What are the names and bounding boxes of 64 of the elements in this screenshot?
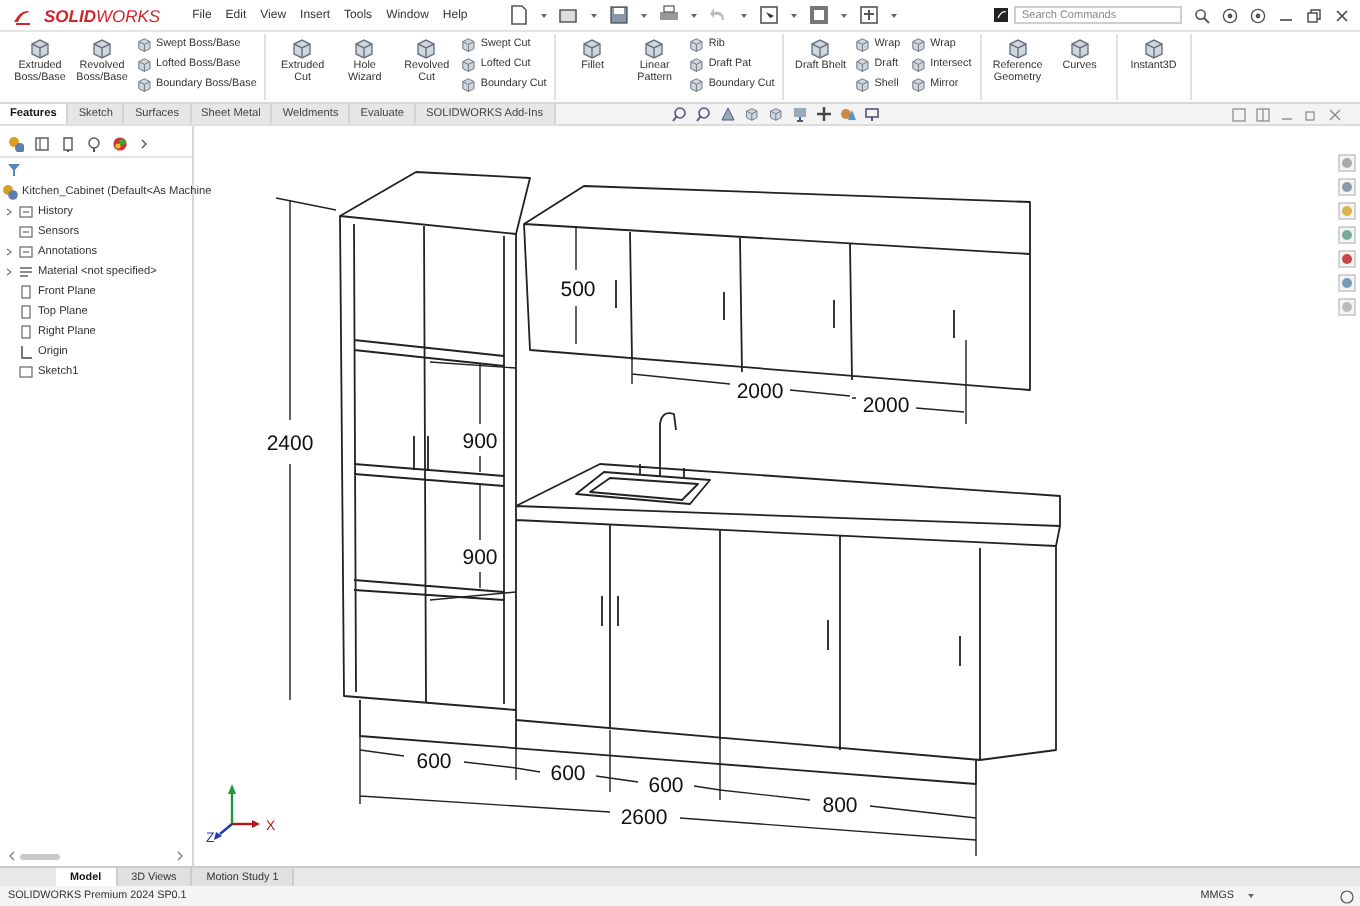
save-icon[interactable] (607, 4, 630, 26)
crosshair-icon[interactable] (815, 106, 831, 122)
search-icon[interactable] (1194, 7, 1210, 23)
monitor-icon[interactable] (791, 106, 807, 122)
caret-icon[interactable] (1246, 890, 1256, 902)
dimension-label[interactable]: 900 (462, 546, 498, 570)
dimension-label[interactable]: 2000 (862, 394, 910, 418)
horizontal-scrollbar[interactable] (8, 850, 184, 862)
cube-icon (854, 56, 871, 72)
zoom-icon[interactable] (671, 106, 687, 122)
restore-icon[interactable] (1306, 7, 1322, 23)
cube-icon (910, 76, 927, 92)
options-icon[interactable] (857, 4, 880, 26)
configuration-icon[interactable] (60, 136, 76, 152)
material-icon (18, 264, 34, 280)
cube-icon (688, 56, 705, 72)
scene-icon[interactable] (839, 106, 855, 122)
select-icon[interactable] (757, 4, 780, 26)
tile-icon[interactable] (1232, 107, 1246, 121)
part-icon (2, 184, 18, 200)
dimension-line (429, 483, 517, 601)
open-document-icon[interactable] (557, 4, 580, 26)
sketch-icon (18, 364, 34, 380)
axis-triad-icon (214, 784, 260, 840)
appearance-icon[interactable] (112, 136, 128, 152)
new-document-icon[interactable] (507, 4, 530, 26)
scroll-left-icon[interactable] (8, 850, 16, 862)
dimension-label[interactable]: 600 (416, 750, 452, 774)
close-icon[interactable] (1334, 7, 1350, 23)
expand-chevron-icon[interactable] (4, 204, 14, 220)
filter-icon[interactable] (6, 162, 22, 178)
feature-tree-icon[interactable] (8, 136, 24, 152)
scroll-right-icon[interactable] (176, 850, 184, 862)
display-icon[interactable] (863, 106, 879, 122)
ds-square-icon (994, 8, 1008, 22)
dimension-label[interactable]: 900 (462, 430, 498, 454)
cube-icon (136, 56, 152, 72)
dimension-label[interactable]: 2600 (620, 806, 668, 830)
dimension-label[interactable]: 2000 (736, 380, 784, 404)
dimension-label[interactable]: 600 (550, 762, 586, 786)
app-logo: SOLIDWORKS (44, 5, 161, 25)
zoom-icon[interactable] (695, 106, 711, 122)
dimension-label[interactable]: 2400 (266, 432, 314, 456)
property-icon[interactable] (34, 136, 50, 152)
origin-icon (18, 344, 34, 360)
dimension-label[interactable]: 800 (822, 794, 858, 818)
tile-icon[interactable] (1256, 107, 1270, 121)
cube-icon[interactable] (767, 106, 783, 122)
chevron-right-icon[interactable] (138, 136, 150, 152)
help-bubble-icon[interactable] (1340, 889, 1354, 903)
cube-icon (910, 56, 927, 72)
dimension-line (429, 361, 517, 473)
cube-icon (854, 76, 871, 92)
cube-icon[interactable] (743, 106, 759, 122)
print-icon[interactable] (657, 4, 680, 26)
cube-icon (460, 56, 477, 72)
dimension-line (575, 225, 577, 345)
dimension-label[interactable]: 500 (560, 278, 596, 302)
dimension-label[interactable]: 600 (648, 774, 684, 798)
cube-icon (136, 76, 152, 92)
ds-logo-icon (12, 5, 32, 25)
cube-icon (688, 76, 705, 92)
dimxpert-icon[interactable] (86, 136, 102, 152)
cube-icon (460, 76, 477, 92)
